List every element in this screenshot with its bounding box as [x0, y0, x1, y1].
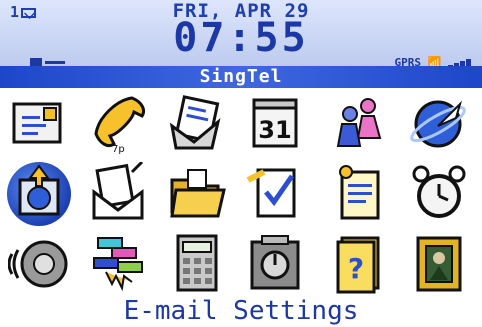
app-profiles[interactable] [2, 228, 76, 298]
contacts-icon [336, 98, 382, 147]
svg-text:31: 31 [258, 116, 291, 144]
selected-app-label: E-mail Settings [123, 296, 359, 326]
app-tasks[interactable] [238, 158, 312, 228]
brickbreaker-icon [93, 237, 143, 292]
app-folders[interactable] [160, 158, 234, 228]
app-contacts[interactable] [322, 88, 396, 158]
app-browser[interactable] [402, 88, 476, 158]
alarm-icon [412, 165, 466, 218]
phone-icon: 7p [94, 96, 146, 154]
saved-messages-icon [169, 95, 221, 150]
status-header: 1 FRI, APR 29 07:55 GPRS 📶 SingTel [0, 0, 482, 88]
messages-icon [12, 102, 62, 144]
svg-text:7p: 7p [112, 144, 125, 154]
app-memopad[interactable] [322, 158, 396, 228]
app-icon-grid: 7p 31 ? [0, 88, 482, 298]
app-compose-email[interactable] [82, 158, 156, 228]
help-icon: ? [336, 236, 380, 294]
carrier-name: SingTel [0, 66, 482, 88]
browser-icon [410, 100, 466, 148]
compose-email-icon [92, 162, 144, 220]
app-messages[interactable] [2, 88, 76, 158]
home-screen: 1 FRI, APR 29 07:55 GPRS 📶 SingTel 7p 31… [0, 0, 482, 327]
app-security[interactable] [238, 228, 312, 298]
folders-icon [170, 169, 226, 218]
svg-text:?: ? [348, 252, 364, 285]
app-email-settings[interactable] [2, 158, 76, 228]
app-phone[interactable]: 7p [82, 88, 156, 158]
memopad-icon [339, 165, 380, 220]
calendar-icon: 31 [252, 98, 298, 148]
picture-icon [416, 236, 462, 292]
app-alarm[interactable] [402, 158, 476, 228]
app-brickbreaker[interactable] [82, 228, 156, 298]
app-help[interactable]: ? [322, 228, 396, 298]
tasks-icon [246, 168, 296, 218]
app-calendar[interactable]: 31 [238, 88, 312, 158]
profiles-icon [8, 240, 68, 288]
app-calculator[interactable] [160, 228, 234, 298]
security-icon [250, 235, 300, 290]
app-saved-messages[interactable] [160, 88, 234, 158]
email-settings-icon [18, 164, 60, 216]
calculator-icon [176, 234, 218, 292]
app-pictures[interactable] [402, 228, 476, 298]
